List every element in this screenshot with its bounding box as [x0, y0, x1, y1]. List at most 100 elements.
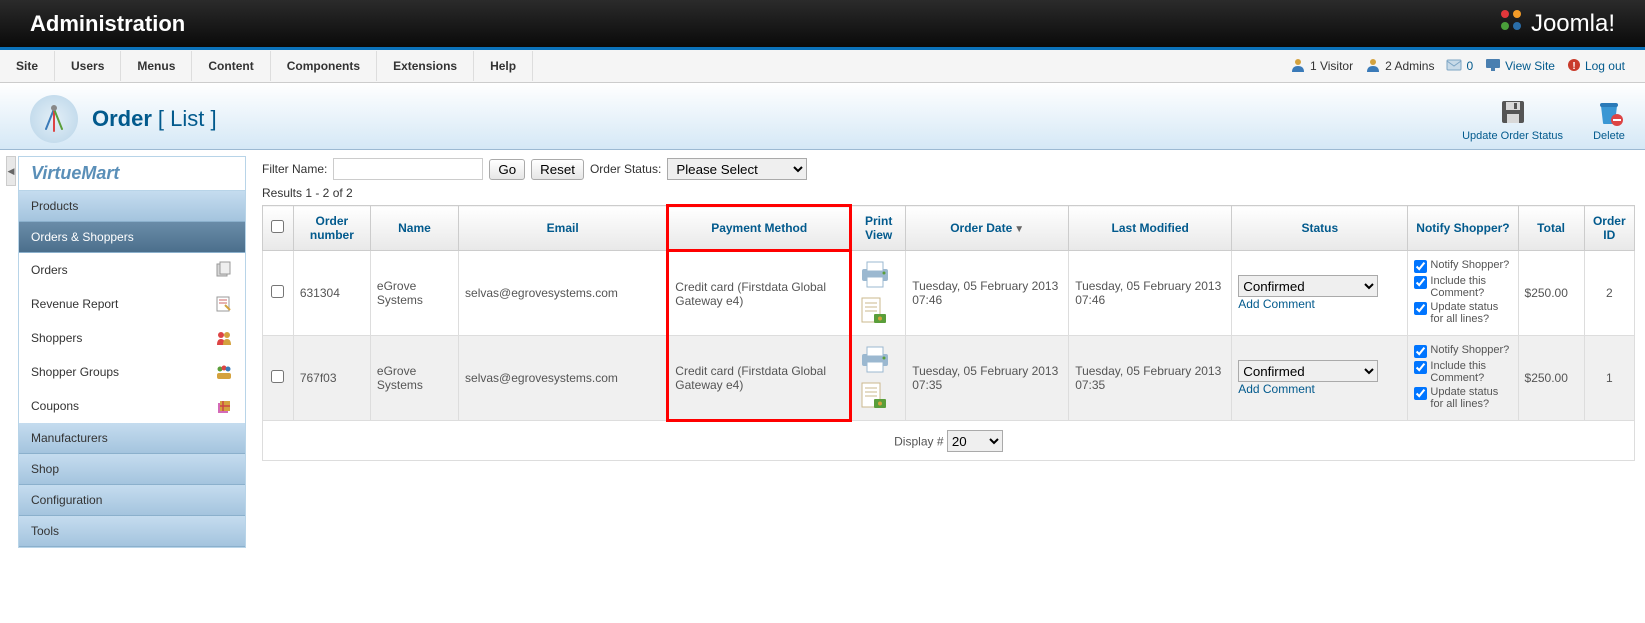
sidebar-section-configuration[interactable]: Configuration	[19, 485, 245, 516]
admin-icon	[1365, 57, 1381, 76]
sidebar-section-orders-shoppers[interactable]: Orders & Shoppers	[19, 222, 245, 253]
col-status[interactable]: Status	[1232, 206, 1408, 251]
update-status-lines-checkbox[interactable]: Update status for all lines?	[1414, 301, 1511, 325]
order-date-cell: Tuesday, 05 February 2013 07:46	[906, 251, 1069, 336]
sidebar-item-shoppers[interactable]: Shoppers	[19, 321, 245, 355]
sidebar-collapse-toggle[interactable]: ◀	[6, 156, 16, 186]
col-order-id[interactable]: Order ID	[1584, 206, 1634, 251]
col-notify-shopper: Notify Shopper?	[1408, 206, 1518, 251]
shoppers-icon	[215, 329, 233, 347]
menu-components[interactable]: Components	[271, 51, 377, 81]
menu-content[interactable]: Content	[192, 51, 270, 81]
results-text: Results 1 - 2 of 2	[262, 186, 1635, 200]
top-menu-items: Site Users Menus Content Components Exte…	[0, 51, 533, 81]
update-status-lines-checkbox[interactable]: Update status for all lines?	[1414, 386, 1511, 410]
sidebar-logo-text: VirtueMart	[31, 163, 119, 183]
row-checkbox[interactable]	[271, 285, 284, 298]
menu-help[interactable]: Help	[474, 51, 533, 81]
include-comment-checkbox[interactable]: Include this Comment?	[1414, 360, 1511, 384]
sidebar-item-shopper-groups[interactable]: Shopper Groups	[19, 355, 245, 389]
display-select[interactable]: 20	[947, 430, 1003, 452]
update-status-label: Update Order Status	[1462, 130, 1563, 142]
menu-extensions[interactable]: Extensions	[377, 51, 474, 81]
col-order-number[interactable]: Order number	[293, 206, 370, 251]
go-button[interactable]: Go	[489, 159, 525, 180]
logout-link[interactable]: ! Log out	[1567, 58, 1625, 75]
print-view-cell	[851, 251, 906, 336]
col-last-modified[interactable]: Last Modified	[1069, 206, 1232, 251]
row-checkbox[interactable]	[271, 370, 284, 383]
sidebar-item-orders[interactable]: Orders	[19, 253, 245, 287]
content: Filter Name: Go Reset Order Status: Plea…	[252, 150, 1645, 554]
orders-icon	[215, 261, 233, 279]
admin-header: Administration Joomla!	[0, 0, 1645, 50]
delete-button[interactable]: Delete	[1593, 96, 1625, 142]
print-view-cell	[851, 336, 906, 421]
display-label: Display #	[894, 435, 943, 449]
col-payment-method[interactable]: Payment Method	[668, 206, 851, 251]
sidebar: ◀ VirtueMart Products Orders & Shoppers …	[0, 150, 252, 554]
invoice-icon[interactable]	[858, 296, 888, 324]
status-select[interactable]: Confirmed	[1238, 360, 1378, 382]
include-comment-checkbox[interactable]: Include this Comment?	[1414, 275, 1511, 299]
customer-name-link[interactable]: eGrove Systems	[370, 336, 458, 421]
col-name[interactable]: Name	[370, 206, 458, 251]
user-icon	[1290, 57, 1306, 76]
add-comment-link[interactable]: Add Comment	[1238, 382, 1315, 396]
order-number-link[interactable]: 631304	[293, 251, 370, 336]
reset-button[interactable]: Reset	[531, 159, 584, 180]
trash-icon	[1593, 96, 1625, 128]
admin-count: 2 Admins	[1365, 57, 1434, 76]
joomla-logo-text: Joomla!	[1531, 10, 1615, 38]
sidebar-item-label: Shopper Groups	[31, 365, 119, 379]
col-total[interactable]: Total	[1518, 206, 1584, 251]
col-checkbox	[263, 206, 294, 251]
view-site-link[interactable]: View Site	[1485, 58, 1555, 75]
sidebar-section-manufacturers[interactable]: Manufacturers	[19, 423, 245, 454]
filter-row: Filter Name: Go Reset Order Status: Plea…	[262, 158, 1635, 180]
order-status-label: Order Status:	[590, 162, 661, 176]
page-subtitle: [ List ]	[158, 106, 217, 132]
add-comment-link[interactable]: Add Comment	[1238, 297, 1315, 311]
email-cell: selvas@egrovesystems.com	[459, 336, 668, 421]
delete-label: Delete	[1593, 130, 1625, 142]
sidebar-item-coupons[interactable]: Coupons	[19, 389, 245, 423]
view-site-text: View Site	[1505, 59, 1555, 73]
logout-text: Log out	[1585, 59, 1625, 73]
invoice-icon[interactable]	[858, 381, 888, 409]
update-status-button[interactable]: Update Order Status	[1462, 96, 1563, 142]
select-all-checkbox[interactable]	[271, 220, 284, 233]
customer-name-link[interactable]: eGrove Systems	[370, 251, 458, 336]
last-modified-cell: Tuesday, 05 February 2013 07:46	[1069, 251, 1232, 336]
messages-count[interactable]: 0	[1446, 59, 1473, 74]
menu-site[interactable]: Site	[0, 51, 55, 81]
monitor-icon	[1485, 58, 1501, 75]
order-status-select[interactable]: Please Select	[667, 158, 807, 180]
top-menu: Site Users Menus Content Components Exte…	[0, 50, 1645, 83]
print-icon[interactable]	[858, 344, 892, 378]
status-select[interactable]: Confirmed	[1238, 275, 1378, 297]
menu-menus[interactable]: Menus	[121, 51, 192, 81]
sidebar-section-shop[interactable]: Shop	[19, 454, 245, 485]
sidebar-section-products[interactable]: Products	[19, 191, 245, 222]
print-icon[interactable]	[858, 259, 892, 293]
sidebar-item-label: Revenue Report	[31, 297, 118, 311]
notify-shopper-checkbox[interactable]: Notify Shopper?	[1414, 344, 1511, 358]
sidebar-item-label: Shoppers	[31, 331, 82, 345]
col-email[interactable]: Email	[459, 206, 668, 251]
col-order-date[interactable]: Order Date▼	[906, 206, 1069, 251]
top-menu-right: 1 Visitor 2 Admins 0 View Site ! Log out	[1290, 57, 1645, 76]
save-icon	[1497, 96, 1529, 128]
joomla-logo: Joomla!	[1497, 6, 1615, 41]
filter-name-input[interactable]	[333, 158, 483, 180]
page-icon	[30, 95, 78, 143]
joomla-icon	[1497, 6, 1525, 41]
logout-icon: !	[1567, 58, 1581, 75]
notify-shopper-checkbox[interactable]: Notify Shopper?	[1414, 259, 1511, 273]
order-number-link[interactable]: 767f03	[293, 336, 370, 421]
sidebar-item-revenue-report[interactable]: Revenue Report	[19, 287, 245, 321]
sidebar-section-tools[interactable]: Tools	[19, 516, 245, 547]
menu-users[interactable]: Users	[55, 51, 121, 81]
order-id-link[interactable]: 2	[1584, 251, 1634, 336]
order-id-link[interactable]: 1	[1584, 336, 1634, 421]
